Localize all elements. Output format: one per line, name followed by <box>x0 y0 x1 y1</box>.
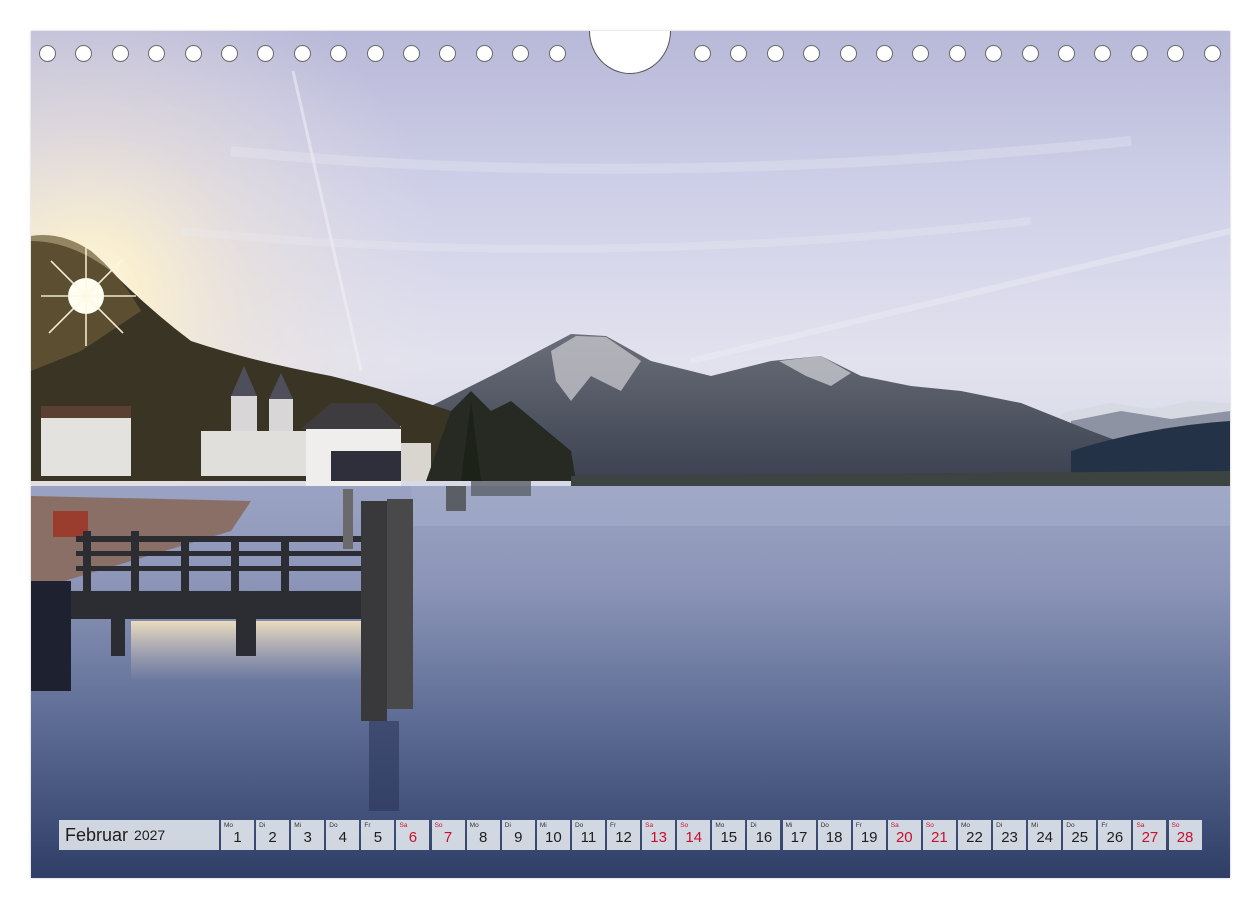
day-number: 23 <box>1001 829 1018 846</box>
day-cell: Do 11 <box>571 820 605 850</box>
day-number: 26 <box>1106 829 1124 846</box>
day-cell: Di 16 <box>747 820 781 850</box>
day-cell: Do 25 <box>1063 820 1097 850</box>
day-number: 10 <box>545 829 562 846</box>
day-weekday: So <box>1171 822 1180 829</box>
day-number: 8 <box>478 829 488 846</box>
day-weekday: Mi <box>1031 822 1039 829</box>
day-number: 6 <box>408 829 418 846</box>
day-weekday: Mi <box>539 822 547 829</box>
day-number: 24 <box>1036 829 1053 846</box>
day-cell: Do 18 <box>817 820 851 850</box>
lake-landscape-photo <box>31 31 1230 878</box>
month-calendar-strip: Februar 2027 Mo 1 Di 2 Mi 3 Do 4 Fr 5 Sa 6 So 7 Mo 8 Di 9… <box>59 820 1204 850</box>
day-cell: Fr 5 <box>361 820 395 850</box>
day-cell: So 21 <box>922 820 956 850</box>
day-number: 14 <box>685 829 703 846</box>
day-cell: Mi 24 <box>1028 820 1062 850</box>
month-year: 2027 <box>134 827 166 843</box>
day-number: 13 <box>650 829 667 846</box>
day-weekday: Di <box>259 822 266 829</box>
day-cell: Mo 1 <box>221 820 254 850</box>
day-weekday: Mo <box>960 822 970 829</box>
day-cell: Sa 6 <box>396 820 430 850</box>
day-weekday: Sa <box>399 822 408 829</box>
day-cell: Di 23 <box>993 820 1027 850</box>
day-number: 25 <box>1071 829 1089 846</box>
day-weekday: Fr <box>855 822 862 829</box>
day-cell: Sa 27 <box>1133 820 1167 850</box>
day-number: 7 <box>443 829 453 846</box>
day-cell: Sa 20 <box>887 820 921 850</box>
day-number: 27 <box>1141 829 1159 846</box>
day-weekday: So <box>434 822 443 829</box>
day-weekday: So <box>680 822 689 829</box>
day-number: 18 <box>825 829 843 846</box>
day-cell: Mi 3 <box>291 820 325 850</box>
day-weekday: Sa <box>645 822 654 829</box>
day-number: 22 <box>966 829 983 846</box>
day-weekday: Sa <box>1136 822 1145 829</box>
month-label: Februar 2027 <box>59 820 219 850</box>
day-number: 12 <box>615 829 632 846</box>
day-number: 1 <box>233 829 242 846</box>
day-cell: Sa 13 <box>642 820 676 850</box>
day-cell: So 28 <box>1168 820 1202 850</box>
day-weekday: Di <box>996 822 1003 829</box>
day-weekday: Mo <box>715 822 725 829</box>
day-number: 19 <box>860 829 878 846</box>
calendar-page: Februar 2027 Mo 1 Di 2 Mi 3 Do 4 Fr 5 Sa 6 So 7 Mo 8 Di 9… <box>0 0 1260 908</box>
month-name: Februar <box>65 824 129 845</box>
day-weekday: Mo <box>469 822 479 829</box>
day-number: 5 <box>373 829 383 846</box>
day-weekday: Do <box>329 822 338 829</box>
day-cell: Mi 17 <box>782 820 816 850</box>
day-number: 4 <box>338 829 347 846</box>
day-weekday: Fr <box>364 822 371 829</box>
day-weekday: Mi <box>294 822 302 829</box>
day-number: 16 <box>755 829 773 846</box>
day-weekday: Mo <box>224 822 234 829</box>
day-weekday: Do <box>574 822 584 829</box>
day-number: 2 <box>268 829 277 846</box>
day-number: 9 <box>514 829 523 846</box>
day-number: 17 <box>790 829 808 846</box>
day-cell: Fr 19 <box>852 820 886 850</box>
day-cell: Mo 15 <box>712 820 746 850</box>
day-number: 3 <box>303 829 312 846</box>
day-weekday: Sa <box>890 822 899 829</box>
day-cell: Fr 26 <box>1098 820 1132 850</box>
day-cell: Fr 12 <box>607 820 641 850</box>
day-cell: So 7 <box>431 820 465 850</box>
day-weekday: Mi <box>785 822 793 829</box>
day-number: 21 <box>931 829 948 846</box>
day-number: 28 <box>1176 829 1194 846</box>
day-weekday: Di <box>750 822 757 829</box>
day-cell: Mo 22 <box>957 820 991 850</box>
day-number: 20 <box>895 829 913 846</box>
day-cell: Mo 8 <box>466 820 500 850</box>
day-weekday: Fr <box>610 822 617 829</box>
day-weekday: Do <box>1066 822 1075 829</box>
day-weekday: Fr <box>1101 822 1108 829</box>
day-cell: Di 9 <box>501 820 535 850</box>
day-weekday: So <box>925 822 934 829</box>
day-weekday: Di <box>504 822 511 829</box>
day-cells: Mo 1 Di 2 Mi 3 Do 4 Fr 5 Sa 6 So 7 Mo 8 Di 9 Mi 10 Do 11 Fr 12 S… <box>221 820 1204 850</box>
day-cell: So 14 <box>677 820 711 850</box>
day-cell: Mi 10 <box>536 820 570 850</box>
day-weekday: Do <box>820 822 829 829</box>
lake-landscape-illustration <box>31 31 1230 878</box>
day-number: 15 <box>720 829 738 846</box>
day-cell: Di 2 <box>256 820 290 850</box>
day-cell: Do 4 <box>326 820 360 850</box>
day-number: 11 <box>580 829 597 846</box>
